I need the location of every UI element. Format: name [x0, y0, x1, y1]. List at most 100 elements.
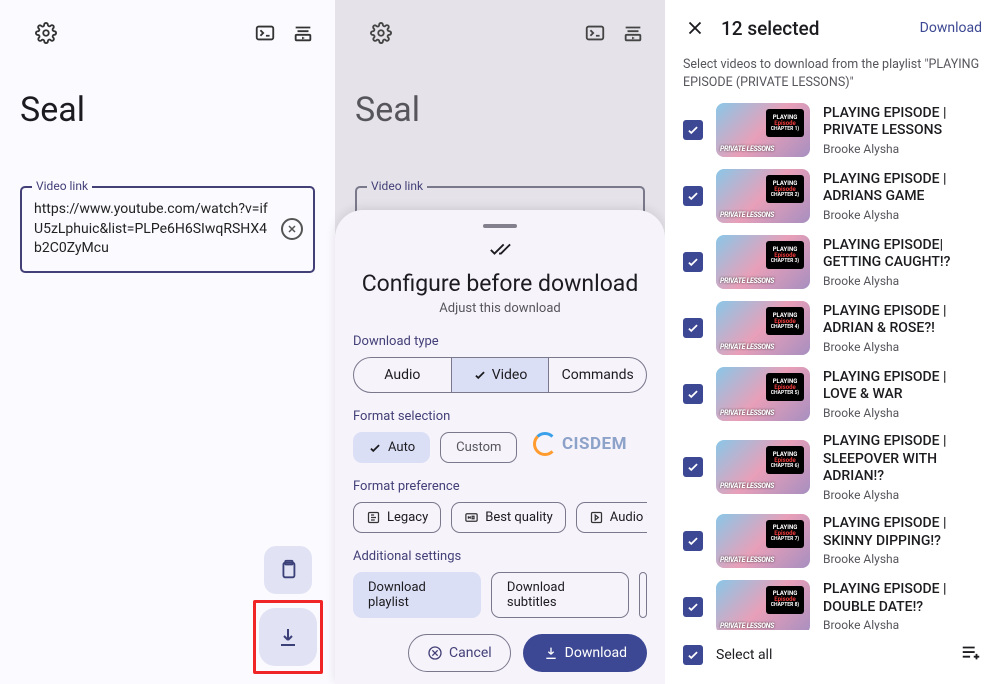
- video-thumbnail: PLAYINGEpisodeCHAPTER 8) PRIVATE LESSONS: [716, 580, 810, 631]
- video-thumbnail: PLAYINGEpisodeCHAPTER 4) PRIVATE LESSONS: [716, 301, 810, 355]
- close-icon[interactable]: [683, 16, 707, 40]
- video-title: PLAYING EPISODE | LOVE & WAR: [823, 369, 982, 404]
- format-auto[interactable]: Auto: [353, 432, 430, 463]
- playlist-footer: Select all: [665, 630, 1000, 684]
- video-author: Brooke Alysha: [823, 406, 982, 420]
- video-title: PLAYING EPISODE | PRIVATE LESSONS: [823, 105, 982, 140]
- video-meta: PLAYING EPISODE| GETTING CAUGHT!? Brooke…: [823, 237, 982, 288]
- pref-legacy[interactable]: Legacy: [353, 502, 441, 533]
- setting-download-playlist[interactable]: Download playlist: [353, 572, 481, 618]
- cancel-button[interactable]: Cancel: [408, 634, 511, 672]
- video-title: PLAYING EPISODE | ADRIANS GAME: [823, 171, 982, 206]
- video-thumbnail: PLAYINGEpisodeCHAPTER 3) PRIVATE LESSONS: [716, 235, 810, 289]
- format-selection-label: Format selection: [353, 409, 647, 424]
- type-video[interactable]: Video: [451, 358, 549, 392]
- type-commands[interactable]: Commands: [548, 358, 646, 392]
- video-thumbnail: PLAYINGEpisodeCHAPTER 7) PRIVATE LESSONS: [716, 514, 810, 568]
- download-type-label: Download type: [353, 334, 647, 349]
- topbar: [20, 18, 315, 48]
- video-meta: PLAYING EPISODE | SKINNY DIPPING!? Brook…: [823, 515, 982, 566]
- video-meta: PLAYING EPISODE | ADRIAN & ROSE?! Brooke…: [823, 303, 982, 354]
- video-title: PLAYING EPISODE | SLEEPOVER WITH ADRIAN!…: [823, 433, 982, 486]
- playlist-add-icon[interactable]: [960, 642, 982, 668]
- video-author: Brooke Alysha: [823, 142, 982, 156]
- gear-icon[interactable]: [369, 21, 393, 45]
- app-title: Seal: [20, 90, 315, 130]
- format-custom[interactable]: Custom: [440, 432, 517, 463]
- topbar: [355, 18, 645, 48]
- download-link[interactable]: Download: [920, 20, 982, 36]
- panel-main: Seal Video link https://www.youtube.com/…: [0, 0, 335, 684]
- playlist-row[interactable]: PLAYINGEpisodeCHAPTER 7) PRIVATE LESSONS…: [683, 514, 982, 568]
- video-title: PLAYING EPISODE | ADRIAN & ROSE?!: [823, 303, 982, 338]
- setting-more[interactable]: [639, 572, 647, 618]
- queue-icon[interactable]: [621, 21, 645, 45]
- highlight-box: [253, 600, 323, 674]
- format-preference-label: Format preference: [353, 479, 647, 494]
- selected-count: 12 selected: [721, 17, 906, 40]
- paste-button[interactable]: [264, 546, 312, 594]
- playlist-row[interactable]: PLAYINGEpisodeCHAPTER 2) PRIVATE LESSONS…: [683, 169, 982, 223]
- panel-playlist-select: 12 selected Download Select videos to do…: [665, 0, 1000, 684]
- additional-settings-label: Additional settings: [353, 549, 647, 564]
- video-meta: PLAYING EPISODE | ADRIANS GAME Brooke Al…: [823, 171, 982, 222]
- video-author: Brooke Alysha: [823, 274, 982, 288]
- terminal-icon[interactable]: [253, 21, 277, 45]
- video-link-input[interactable]: Video link https://www.youtube.com/watch…: [20, 186, 315, 273]
- video-author: Brooke Alysha: [823, 618, 982, 630]
- video-link-value: https://www.youtube.com/watch?v=ifU5zLph…: [34, 200, 273, 259]
- setting-download-subtitles[interactable]: Download subtitles: [491, 572, 629, 618]
- format-preference-row: Legacy Best quality Audio form: [353, 502, 647, 533]
- drag-handle[interactable]: [483, 224, 517, 228]
- sheet-subtitle: Adjust this download: [353, 301, 647, 316]
- row-checkbox[interactable]: [683, 597, 703, 617]
- playlist-row[interactable]: PLAYINGEpisodeCHAPTER 4) PRIVATE LESSONS…: [683, 301, 982, 355]
- video-thumbnail: PLAYINGEpisodeCHAPTER 1) PRIVATE LESSONS: [716, 103, 810, 157]
- video-link-label: Video link: [367, 179, 427, 193]
- clear-icon[interactable]: [281, 218, 303, 240]
- playlist-row[interactable]: PLAYINGEpisodeCHAPTER 3) PRIVATE LESSONS…: [683, 235, 982, 289]
- watermark: CISDEM: [533, 432, 627, 456]
- video-author: Brooke Alysha: [823, 552, 982, 566]
- playlist-row[interactable]: PLAYINGEpisodeCHAPTER 5) PRIVATE LESSONS…: [683, 367, 982, 421]
- gear-icon[interactable]: [34, 21, 58, 45]
- video-thumbnail: PLAYINGEpisodeCHAPTER 5) PRIVATE LESSONS: [716, 367, 810, 421]
- terminal-icon[interactable]: [583, 21, 607, 45]
- video-author: Brooke Alysha: [823, 488, 982, 502]
- sheet-title: Configure before download: [353, 270, 647, 297]
- video-thumbnail: PLAYINGEpisodeCHAPTER 2) PRIVATE LESSONS: [716, 169, 810, 223]
- row-checkbox[interactable]: [683, 457, 703, 477]
- playlist-row[interactable]: PLAYINGEpisodeCHAPTER 8) PRIVATE LESSONS…: [683, 580, 982, 631]
- video-thumbnail: PLAYINGEpisodeCHAPTER 6) PRIVATE LESSONS: [716, 440, 810, 494]
- pref-audio-format[interactable]: Audio form: [576, 502, 647, 533]
- playlist-list: PLAYINGEpisodeCHAPTER 1) PRIVATE LESSONS…: [665, 103, 1000, 630]
- row-checkbox[interactable]: [683, 252, 703, 272]
- playlist-row[interactable]: PLAYINGEpisodeCHAPTER 1) PRIVATE LESSONS…: [683, 103, 982, 157]
- pref-best-quality[interactable]: Best quality: [451, 502, 566, 533]
- video-author: Brooke Alysha: [823, 340, 982, 354]
- queue-icon[interactable]: [291, 21, 315, 45]
- video-author: Brooke Alysha: [823, 208, 982, 222]
- download-button[interactable]: Download: [523, 634, 647, 672]
- playlist-row[interactable]: PLAYINGEpisodeCHAPTER 6) PRIVATE LESSONS…: [683, 433, 982, 502]
- video-link-label: Video link: [32, 179, 92, 193]
- configure-sheet: Configure before download Adjust this do…: [335, 210, 665, 684]
- row-checkbox[interactable]: [683, 186, 703, 206]
- row-checkbox[interactable]: [683, 531, 703, 551]
- video-title: PLAYING EPISODE| GETTING CAUGHT!?: [823, 237, 982, 272]
- download-type-segment: Audio Video Commands: [353, 357, 647, 393]
- type-audio[interactable]: Audio: [354, 358, 451, 392]
- video-title: PLAYING EPISODE | DOUBLE DATE!?: [823, 581, 982, 616]
- sheet-buttons: Cancel Download: [353, 634, 647, 672]
- playlist-note: Select videos to download from the playl…: [665, 56, 1000, 91]
- row-checkbox[interactable]: [683, 120, 703, 140]
- row-checkbox[interactable]: [683, 384, 703, 404]
- row-checkbox[interactable]: [683, 318, 703, 338]
- select-all-checkbox[interactable]: [683, 645, 703, 665]
- app-title: Seal: [355, 90, 645, 130]
- video-title: PLAYING EPISODE | SKINNY DIPPING!?: [823, 515, 982, 550]
- select-all-label: Select all: [716, 647, 947, 663]
- video-meta: PLAYING EPISODE | LOVE & WAR Brooke Alys…: [823, 369, 982, 420]
- video-meta: PLAYING EPISODE | PRIVATE LESSONS Brooke…: [823, 105, 982, 156]
- done-all-icon[interactable]: [353, 238, 647, 260]
